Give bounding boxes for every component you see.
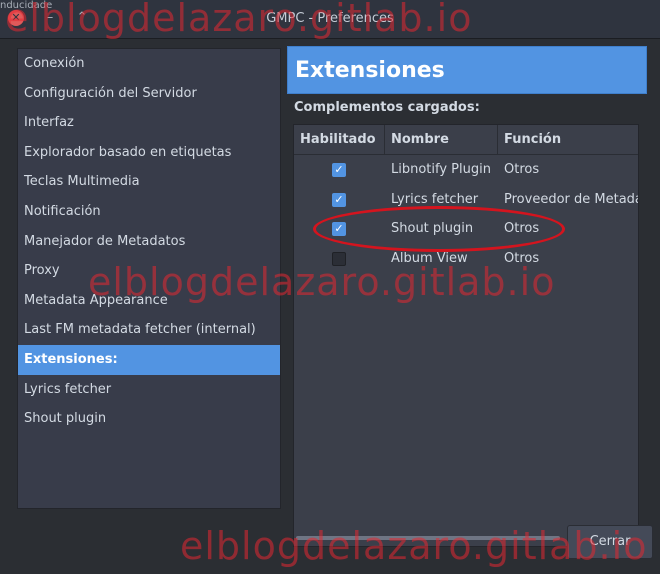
title-bar: nducidade ✕ – ⌃ GMPC - Preferences xyxy=(0,0,660,39)
sidebar-item[interactable]: Lyrics fetcher xyxy=(18,375,280,405)
sidebar-item[interactable]: Configuración del Servidor xyxy=(18,79,280,109)
sidebar-item[interactable]: Metadata Appearance xyxy=(18,286,280,316)
table-row[interactable]: Album View Otros xyxy=(294,244,638,274)
enabled-checkbox[interactable] xyxy=(332,251,346,266)
sidebar-item[interactable]: Shout plugin xyxy=(18,404,280,434)
close-button[interactable]: Cerrar xyxy=(567,525,653,559)
extensions-panel: Extensiones Complementos cargados: Habil… xyxy=(287,46,647,547)
section-label: Complementos cargados: xyxy=(294,100,480,115)
plugins-table: Habilitado Nombre Función ✓ Libnotify Plu… xyxy=(293,124,639,547)
sidebar-item[interactable]: Manejador de Metadatos xyxy=(18,227,280,257)
sidebar-item[interactable]: Proxy xyxy=(18,256,280,286)
table-row[interactable]: ✓ Libnotify Plugin Otros xyxy=(294,155,638,185)
column-header-name[interactable]: Nombre xyxy=(385,125,498,154)
table-row[interactable]: ✓ Shout plugin Otros xyxy=(294,214,638,244)
enabled-checkbox[interactable]: ✓ xyxy=(332,192,346,207)
enabled-checkbox[interactable]: ✓ xyxy=(332,222,346,236)
preferences-sidebar: Conexión Configuración del Servidor Interf… xyxy=(17,48,281,509)
sidebar-item[interactable]: Teclas Multimedia xyxy=(18,167,280,197)
sidebar-item[interactable]: Explorador basado en etiquetas xyxy=(18,138,280,168)
horizontal-scrollbar[interactable] xyxy=(296,536,560,540)
panel-title: Extensiones xyxy=(295,58,445,83)
sidebar-item[interactable]: Last FM metadata fetcher (internal) xyxy=(18,315,280,345)
column-header-enabled[interactable]: Habilitado xyxy=(294,125,385,154)
plugin-name: Album View xyxy=(391,250,468,266)
sidebar-item[interactable]: Notificación xyxy=(18,197,280,227)
panel-header: Extensiones xyxy=(287,46,647,94)
sidebar-item[interactable]: Conexión xyxy=(18,49,280,79)
enabled-checkbox[interactable]: ✓ xyxy=(332,163,346,177)
plugin-function: Otros xyxy=(504,250,540,266)
column-header-function[interactable]: Función xyxy=(498,125,638,154)
plugin-function: Proveedor de Metadatos xyxy=(504,191,638,207)
plugin-name: Shout plugin xyxy=(391,221,474,236)
sidebar-item[interactable]: Interfaz xyxy=(18,108,280,138)
plugin-name: Libnotify Plugin xyxy=(391,162,491,177)
table-row[interactable]: ✓ Lyrics fetcher Proveedor de Metadatos xyxy=(294,185,638,215)
plugin-function: Otros xyxy=(504,221,540,236)
plugin-name: Lyrics fetcher xyxy=(391,191,479,207)
table-header: Habilitado Nombre Función xyxy=(294,125,638,155)
plugin-function: Otros xyxy=(504,162,540,177)
sidebar-item[interactable]: Extensiones: xyxy=(18,344,280,375)
window-title: GMPC - Preferences xyxy=(266,11,394,26)
